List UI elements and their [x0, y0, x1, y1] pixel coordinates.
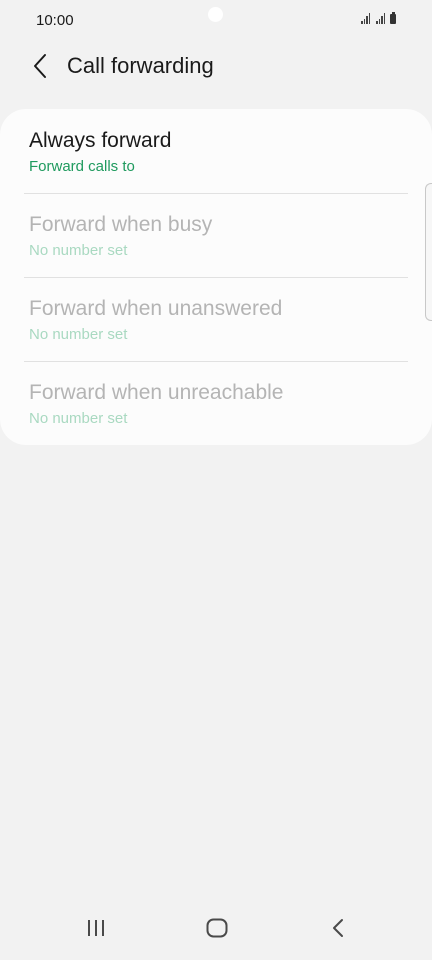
home-icon — [206, 918, 228, 938]
recents-button[interactable] — [72, 908, 120, 948]
chevron-left-icon — [34, 54, 46, 78]
option-subtitle: No number set — [29, 410, 128, 427]
battery-icon — [390, 12, 396, 24]
nav-back-button[interactable] — [314, 908, 362, 948]
app-header: Call forwarding — [0, 44, 432, 88]
back-button[interactable] — [22, 48, 58, 84]
option-title: Always forward — [29, 129, 172, 152]
option-subtitle: No number set — [29, 242, 128, 259]
home-button[interactable] — [193, 908, 241, 948]
recents-icon — [88, 920, 104, 936]
page-title: Call forwarding — [67, 53, 214, 78]
camera-cutout — [208, 7, 223, 22]
signal-icon — [361, 13, 370, 24]
option-always-forward[interactable]: Always forward Forward calls to — [0, 109, 432, 193]
option-title: Forward when busy — [29, 213, 213, 236]
option-title: Forward when unreachable — [29, 381, 284, 404]
option-forward-when-unanswered[interactable]: Forward when unanswered No number set — [0, 277, 432, 361]
option-forward-when-busy[interactable]: Forward when busy No number set — [0, 193, 432, 277]
forwarding-options-card: Always forward Forward calls to Forward … — [0, 109, 432, 445]
option-subtitle: No number set — [29, 326, 128, 343]
navigation-bar — [0, 896, 432, 960]
status-bar: 10:00 — [0, 0, 432, 40]
signal-icon — [376, 13, 385, 24]
option-forward-when-unreachable[interactable]: Forward when unreachable No number set — [0, 361, 432, 445]
back-icon — [333, 919, 343, 937]
option-subtitle: Forward calls to — [29, 158, 135, 175]
status-icons — [361, 12, 396, 24]
option-title: Forward when unanswered — [29, 297, 283, 320]
status-time: 10:00 — [36, 12, 74, 29]
scroll-handle[interactable] — [425, 183, 432, 321]
